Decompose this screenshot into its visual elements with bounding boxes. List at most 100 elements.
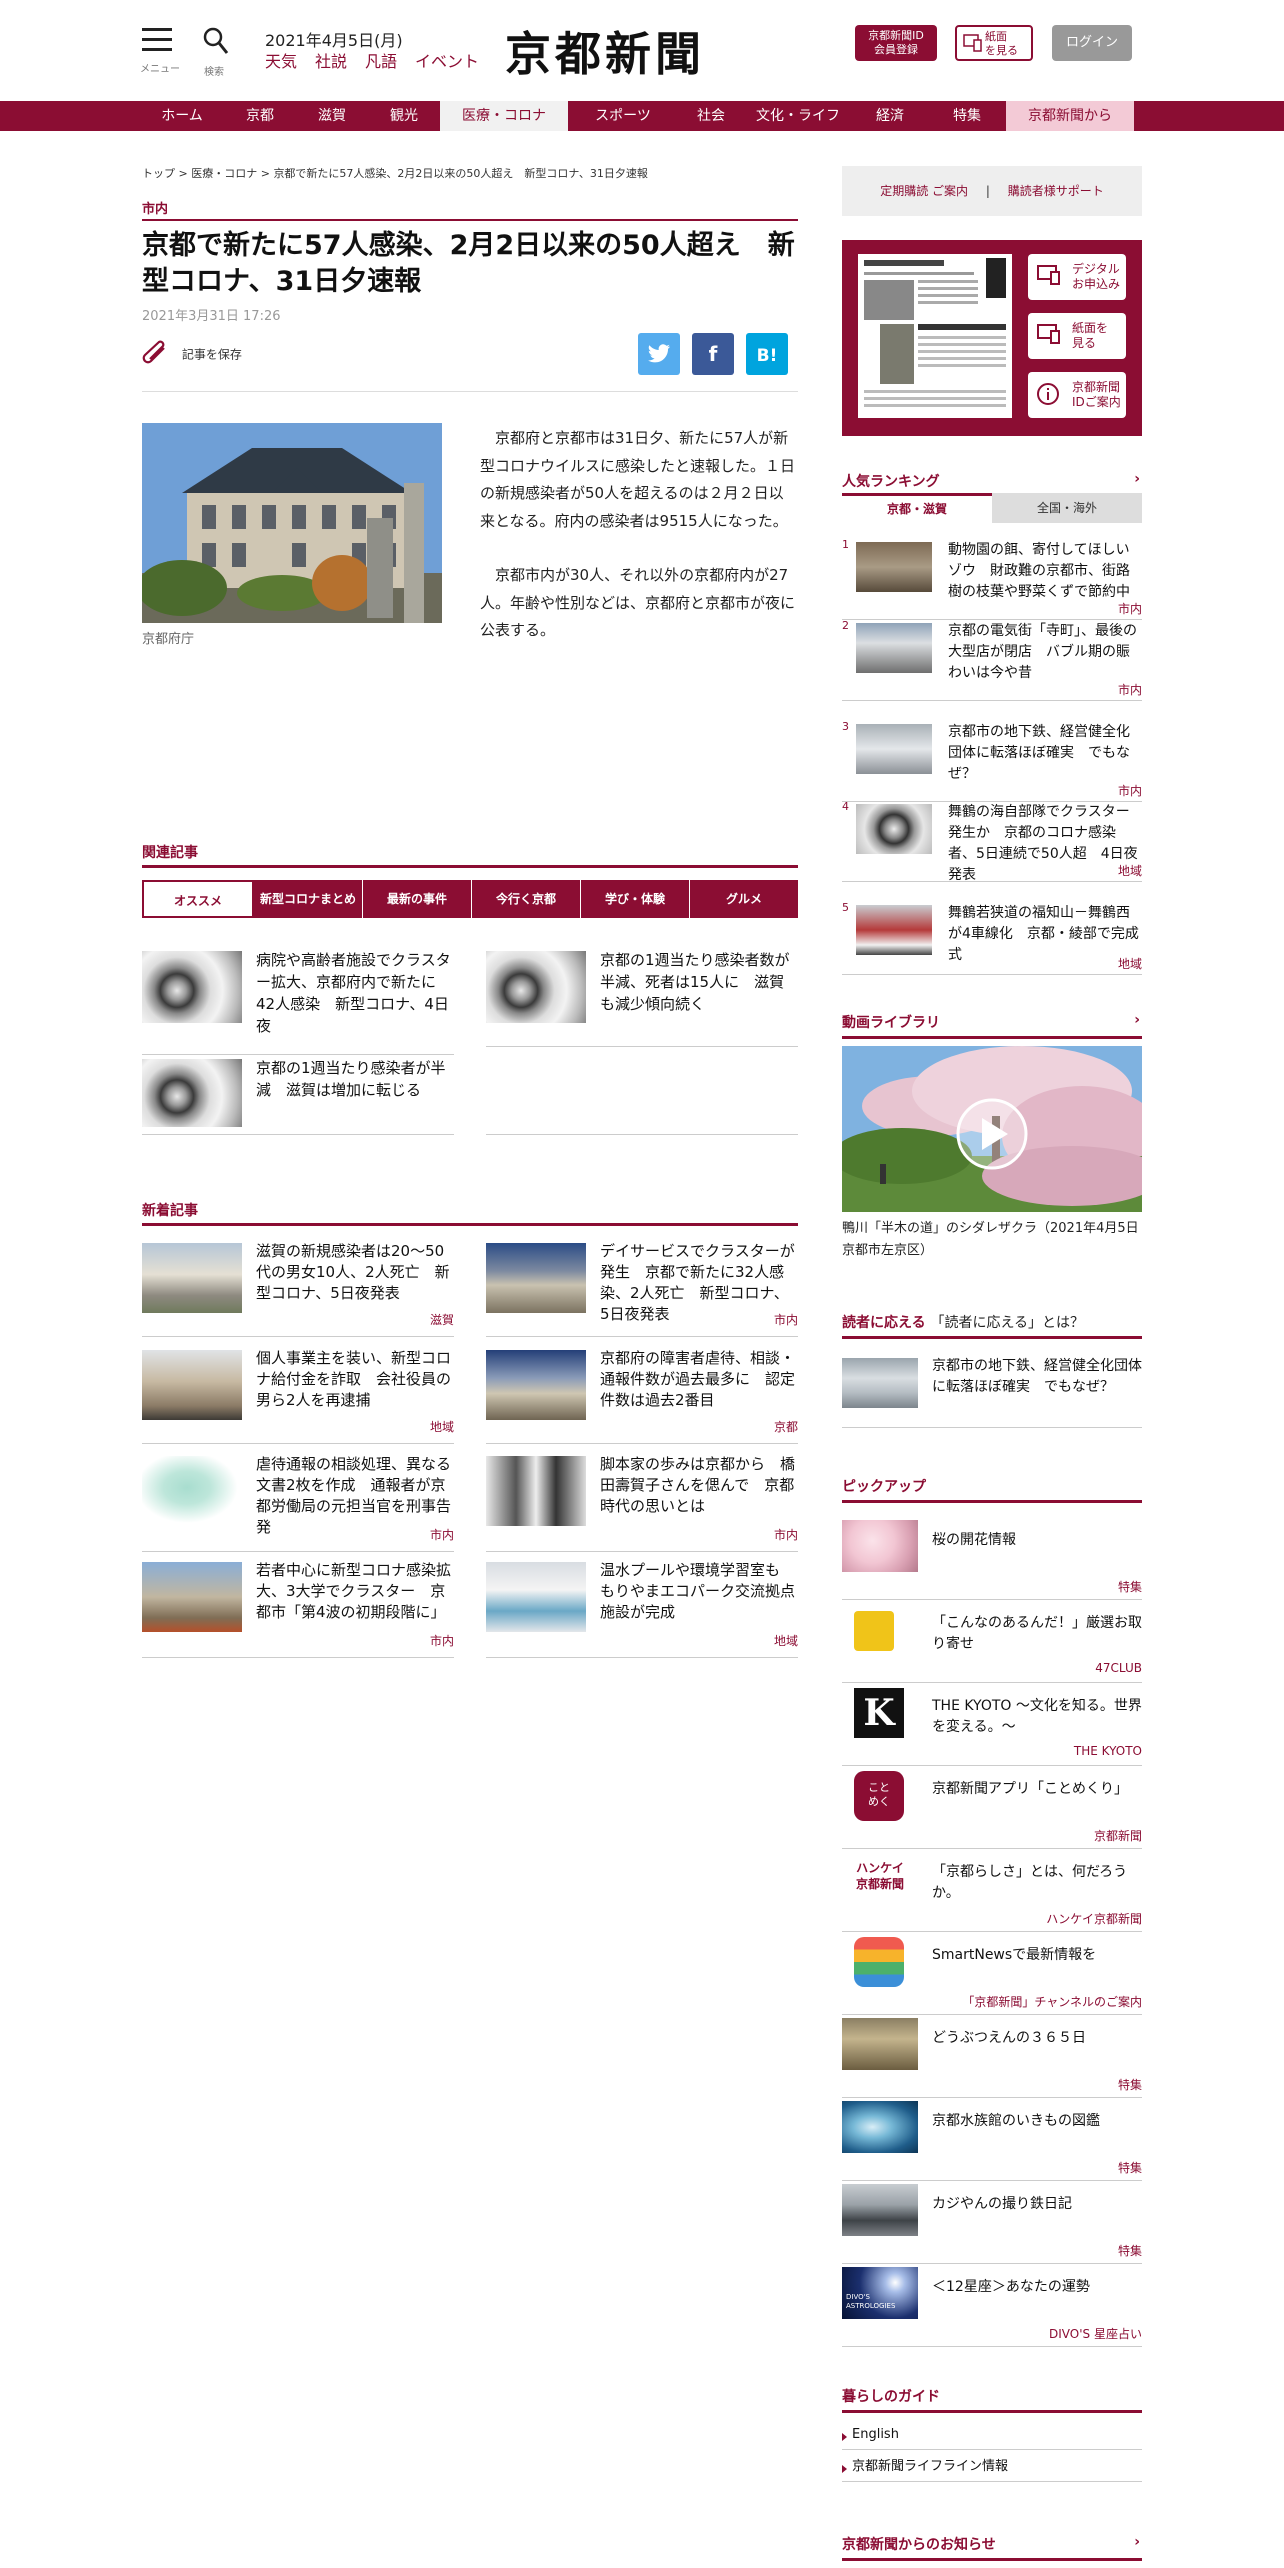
latest-article[interactable]: 個人事業主を装い、新型コロナ給付金を詐取 会社役員の男ら2人を再逮捕 地域	[142, 1349, 454, 1444]
link-event[interactable]: イベント	[415, 52, 479, 71]
pickup-item[interactable]: どうぶつえんの３６５日 特集	[842, 2016, 1142, 2098]
nav-item[interactable]: 特集	[928, 101, 1006, 131]
menu-button[interactable]: メニュー	[140, 28, 180, 75]
nav-item[interactable]: 観光	[368, 101, 440, 131]
guide-heading: 暮らしのガイド	[842, 2386, 1142, 2413]
latest-article[interactable]: 滋賀の新規感染者は20～50代の男女10人、2人死亡 新型コロナ、5日夜発表 滋賀	[142, 1242, 454, 1337]
nav-item[interactable]: 社会	[678, 101, 744, 131]
ranking-item[interactable]: 2 京都の電気街「寺町」、最後の大型店が閉店 バブル期の賑わいは今や昔 市内	[842, 619, 1142, 701]
site-logo[interactable]: 京都新聞	[505, 18, 705, 84]
nav-item[interactable]: 京都	[224, 101, 296, 131]
pickup-item[interactable]: SmartNewsで最新情報を 「京都新聞」チャンネルのご案内	[842, 1933, 1142, 2015]
share-twitter-button[interactable]	[638, 333, 680, 375]
pickup-tag: 特集	[1117, 2161, 1142, 2175]
nav-item[interactable]: 滋賀	[296, 101, 368, 131]
nav-item[interactable]: 文化・ライフ	[744, 101, 852, 131]
related-article[interactable]: 京都の1週当たり感染者数が半減、死者は15人に 滋賀も減少傾向続く	[486, 951, 798, 1047]
ranking-thumbnail	[856, 804, 932, 854]
support-link[interactable]: 購読者様サポート	[1008, 184, 1104, 198]
view-paper-side-button[interactable]: 紙面を 見る	[1028, 313, 1126, 359]
latest-article-tag[interactable]: 地域	[774, 1632, 798, 1649]
latest-article-title: 温水プールや環境学習室も もりやまエコパーク交流拠点施設が完成	[600, 1561, 796, 1621]
video-thumbnail[interactable]	[842, 1046, 1142, 1212]
latest-article[interactable]: 虐待通報の相談処理、異なる文書2枚を作成 通報者が京都労働局の元担当官を刑事告発…	[142, 1455, 454, 1552]
pickup-item[interactable]: こと めく 京都新聞アプリ「ことめくり」 京都新聞	[842, 1767, 1142, 1849]
latest-article[interactable]: デイサービスでクラスターが発生 京都で新たに32人感染、2人死亡 新型コロナ、5…	[486, 1242, 798, 1337]
nav-item[interactable]: 医療・コロナ	[440, 101, 568, 131]
link-editorial[interactable]: 社説	[315, 52, 347, 71]
guide-lifeline-link[interactable]: 京都新聞ライフライン情報	[842, 2452, 1142, 2482]
pickup-item[interactable]: DIVO'S ASTROLOGIES ＜12星座＞あなたの運勢 DIVO'S 星座占…	[842, 2265, 1142, 2347]
pickup-title: SmartNewsで最新情報を	[932, 1947, 1097, 1963]
digital-apply-button[interactable]: デジタル お申込み	[1028, 254, 1126, 300]
pickup-title: 京都新聞アプリ「ことめくり」	[932, 1781, 1128, 1797]
pickup-title: 「京都らしさ」とは、何だろうか。	[932, 1864, 1128, 1901]
video-caption[interactable]: 鴨川「半木の道」のシダレザクラ（2021年4月5日 京都市左京区）	[842, 1218, 1152, 1262]
tab-visit-kyoto[interactable]: 今行く京都	[472, 880, 581, 918]
ranking-tab-kyoto-shiga[interactable]: 京都・滋賀	[842, 493, 992, 523]
video-heading[interactable]: 動画ライブラリ ›	[842, 1012, 1142, 1039]
pickup-title: カジやんの撮り鉄日記	[932, 2196, 1072, 2212]
ranking-heading[interactable]: 人気ランキング ›	[842, 471, 1142, 491]
latest-article[interactable]: 温水プールや環境学習室も もりやまエコパーク交流拠点施設が完成地域	[486, 1561, 798, 1658]
pickup-item[interactable]: K THE KYOTO ～文化を知る。世界を変える。～ THE KYOTO	[842, 1684, 1142, 1766]
link-bongo[interactable]: 凡語	[365, 52, 397, 71]
related-article[interactable]: 病院や高齢者施設でクラスター拡大、京都府内で新たに42人感染 新型コロナ、4日夜	[142, 951, 454, 1055]
ranking-item[interactable]: 4 舞鶴の海自部隊でクラスター発生か 京都のコロナ感染者、5日連続で50人超 4日…	[842, 800, 1142, 883]
article-photo[interactable]	[142, 423, 442, 623]
chevron-right-icon: ›	[1134, 471, 1140, 487]
pickup-item[interactable]: カジやんの撮り鉄日記 特集	[842, 2182, 1142, 2264]
newspaper-preview-image[interactable]	[858, 254, 1012, 418]
latest-article-tag[interactable]: 市内	[774, 1311, 798, 1328]
subscribe-link[interactable]: 定期購読 ご案内	[880, 184, 968, 198]
pickup-item[interactable]: ハンケイ 京都新聞 「京都らしさ」とは、何だろうか。 ハンケイ京都新聞	[842, 1850, 1142, 1932]
tab-recommend[interactable]: オススメ	[142, 880, 254, 918]
breadcrumb-home[interactable]: トップ	[142, 167, 175, 180]
nav-item[interactable]: 京都新聞から	[1006, 101, 1134, 131]
ranking-thumbnail	[856, 724, 932, 774]
tab-latest-incidents[interactable]: 最新の事件	[363, 880, 472, 918]
latest-article-tag[interactable]: 京都	[774, 1418, 798, 1435]
search-button[interactable]: 検索	[202, 26, 232, 78]
pickup-thumbnail	[842, 2018, 918, 2070]
latest-article-tag[interactable]: 市内	[774, 1526, 798, 1543]
tab-gourmet[interactable]: グルメ	[690, 880, 798, 918]
latest-heading: 新着記事	[142, 1200, 798, 1226]
share-hatena-button[interactable]: B!	[746, 333, 788, 375]
latest-article-tag[interactable]: 滋賀	[430, 1311, 454, 1328]
id-register-button[interactable]: 京都新聞ID 会員登録	[855, 25, 937, 61]
related-article[interactable]: 京都の1週当たり感染者が半減 滋賀は増加に転じる	[142, 1059, 454, 1135]
ranking-tab-national[interactable]: 全国・海外	[992, 493, 1142, 523]
pickup-thumbnail	[842, 2184, 918, 2236]
tab-covid-summary[interactable]: 新型コロナまとめ	[254, 880, 363, 918]
pickup-item[interactable]: 「こんなのあるんだ！」厳選お取り寄せ 47CLUB	[842, 1601, 1142, 1683]
ranking-item[interactable]: 5 舞鶴若狭道の福知山－舞鶴西が4車線化 京都・綾部で完成式 地域	[842, 901, 1142, 975]
share-facebook-button[interactable]: f	[692, 333, 734, 375]
ranking-item[interactable]: 3 京都市の地下鉄、経営健全化団体に転落ほぼ確実 でもなぜ？ 市内	[842, 720, 1142, 802]
tab-learning[interactable]: 学び・体験	[581, 880, 690, 918]
pickup-item[interactable]: 京都水族館のいきもの図鑑 特集	[842, 2099, 1142, 2181]
id-guide-button[interactable]: 京都新聞 IDご案内	[1028, 372, 1126, 418]
latest-article[interactable]: 京都府の障害者虐待、相談・通報件数が過去最多に 認定件数は過去2番目 京都	[486, 1349, 798, 1444]
nav-item[interactable]: ホーム	[140, 101, 224, 131]
save-article-button[interactable]: 記事を保存	[142, 340, 242, 370]
article-category[interactable]: 市内	[142, 198, 798, 221]
notice-heading[interactable]: 京都新聞からのお知らせ ›	[842, 2534, 1142, 2561]
info-icon	[1037, 383, 1059, 405]
ranking-item[interactable]: 1 動物園の餌、寄付してほしいゾウ 財政難の京都市、街路樹の枝葉や野菜くずで節約中…	[842, 538, 1142, 620]
view-paper-button[interactable]: 紙面 を見る	[955, 25, 1033, 61]
nav-item[interactable]: 経済	[852, 101, 928, 131]
latest-article-tag[interactable]: 市内	[430, 1632, 454, 1649]
login-button[interactable]: ログイン	[1052, 25, 1132, 61]
link-weather[interactable]: 天気	[265, 52, 297, 71]
latest-article[interactable]: 脚本家の歩みは京都から 橋田壽賀子さんを偲んで 京都時代の思いとは 市内	[486, 1455, 798, 1552]
answer-article[interactable]: 京都市の地下鉄、経営健全化団体に転落ほぼ確実 でもなぜ？	[842, 1356, 1142, 1428]
guide-english-link[interactable]: English	[842, 2420, 1142, 2450]
nav-item[interactable]: スポーツ	[568, 101, 678, 131]
breadcrumb-category[interactable]: 医療・コロナ	[191, 167, 257, 180]
latest-article[interactable]: 若者中心に新型コロナ感染拡大、3大学でクラスター 京都市「第4波の初期段階に」市…	[142, 1561, 454, 1658]
pickup-item[interactable]: 桜の開花情報 特集	[842, 1518, 1142, 1600]
answer-about-link[interactable]: 「読者に応える」とは？	[930, 1315, 1084, 1331]
latest-article-tag[interactable]: 市内	[430, 1526, 454, 1543]
latest-article-tag[interactable]: 地域	[430, 1418, 454, 1435]
